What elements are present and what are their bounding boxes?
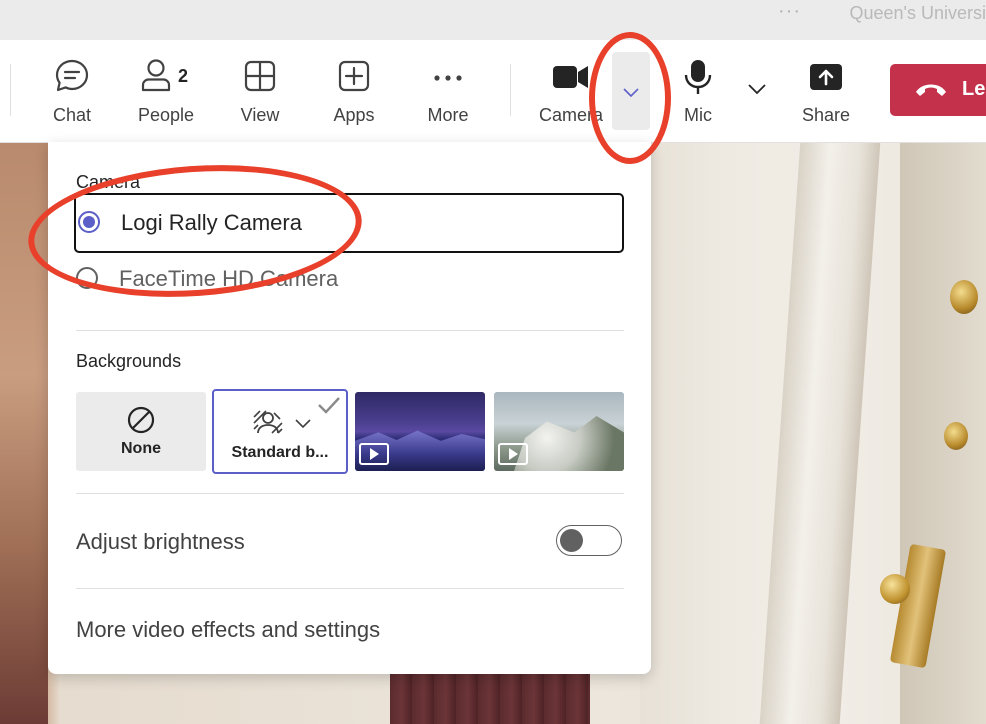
apps-plus-icon — [338, 60, 370, 92]
more-video-effects-link[interactable]: More video effects and settings — [76, 617, 380, 643]
background-option-none[interactable]: None — [76, 392, 206, 471]
camera-device-label: Logi Rally Camera — [121, 210, 302, 235]
door-knob-middle — [944, 422, 968, 450]
meeting-toolbar: Chat 2 People View Apps More Camera Mic … — [0, 40, 986, 143]
blur-background-icon — [253, 410, 283, 434]
people-label: People — [137, 105, 195, 125]
snowy-trees-scene — [514, 416, 624, 471]
camera-button[interactable]: Camera — [531, 56, 611, 130]
toggle-knob — [560, 529, 583, 552]
background-option-night-mountains[interactable] — [355, 392, 485, 471]
checkmark-icon — [318, 397, 340, 414]
share-screen-icon — [810, 64, 842, 90]
window-title-bar: ··· Queen's Universi — [0, 0, 986, 41]
leave-button[interactable]: Le — [890, 64, 986, 116]
background-option-standard-blur[interactable]: Standard b... — [212, 389, 348, 474]
adjust-brightness-toggle[interactable] — [556, 525, 622, 556]
background-option-snowy-forest[interactable] — [494, 392, 624, 471]
overflow-dots[interactable]: ··· — [778, 0, 801, 23]
camera-options-menu: Camera Logi Rally Camera FaceTime HD Cam… — [48, 142, 651, 674]
mic-label: Mic — [684, 105, 712, 125]
people-icon — [141, 59, 171, 92]
background-option-label: None — [121, 440, 161, 457]
share-button[interactable]: Share — [786, 56, 866, 130]
view-grid-icon — [244, 60, 276, 92]
chevron-down-icon — [748, 84, 766, 95]
divider — [76, 588, 624, 589]
divider — [76, 493, 624, 494]
view-button[interactable]: View — [220, 56, 300, 130]
camera-options-dropdown[interactable] — [612, 52, 650, 130]
camera-option-logi-rally[interactable]: Logi Rally Camera — [74, 193, 624, 253]
microphone-icon — [684, 60, 712, 94]
more-label: More — [427, 105, 469, 125]
people-count-badge: 2 — [178, 66, 189, 86]
adjust-brightness-label: Adjust brightness — [76, 529, 245, 554]
chat-icon — [55, 59, 89, 92]
apps-label: Apps — [333, 105, 375, 125]
toolbar-divider — [510, 64, 511, 116]
chevron-down-icon — [623, 88, 639, 98]
radio-selected-icon[interactable] — [78, 211, 100, 233]
hang-up-phone-icon — [916, 84, 946, 96]
leave-label: Le — [962, 78, 986, 100]
door-knob-top — [950, 280, 978, 314]
video-background-icon — [498, 443, 528, 465]
backgrounds-section-title: Backgrounds — [76, 351, 182, 371]
more-dots-icon — [434, 75, 462, 81]
camera-label: Camera — [538, 105, 604, 125]
divider — [76, 330, 624, 331]
chat-label: Chat — [52, 105, 92, 125]
view-label: View — [240, 105, 280, 125]
camera-section-title: Camera — [76, 172, 141, 192]
toolbar-divider — [10, 64, 11, 116]
radio-unselected-icon[interactable] — [76, 267, 98, 289]
more-button[interactable]: More — [408, 56, 488, 130]
camera-option-facetime-hd[interactable]: FaceTime HD Camera — [74, 251, 624, 311]
camera-icon — [553, 66, 588, 88]
chevron-down-icon[interactable] — [294, 417, 312, 429]
apps-button[interactable]: Apps — [314, 56, 394, 130]
organization-name: Queen's Universi — [849, 3, 986, 23]
video-background-icon — [359, 443, 389, 465]
video-left-edge — [0, 142, 48, 724]
no-background-icon — [127, 406, 155, 434]
camera-device-label: FaceTime HD Camera — [119, 266, 339, 291]
door-handle-knob — [880, 574, 910, 604]
mic-options-dropdown[interactable] — [745, 80, 773, 106]
background-option-label: Standard b... — [231, 444, 329, 461]
share-label: Share — [801, 105, 851, 125]
mic-button[interactable]: Mic — [658, 56, 738, 130]
chat-button[interactable]: Chat — [32, 56, 112, 130]
people-button[interactable]: 2 People — [126, 56, 206, 130]
